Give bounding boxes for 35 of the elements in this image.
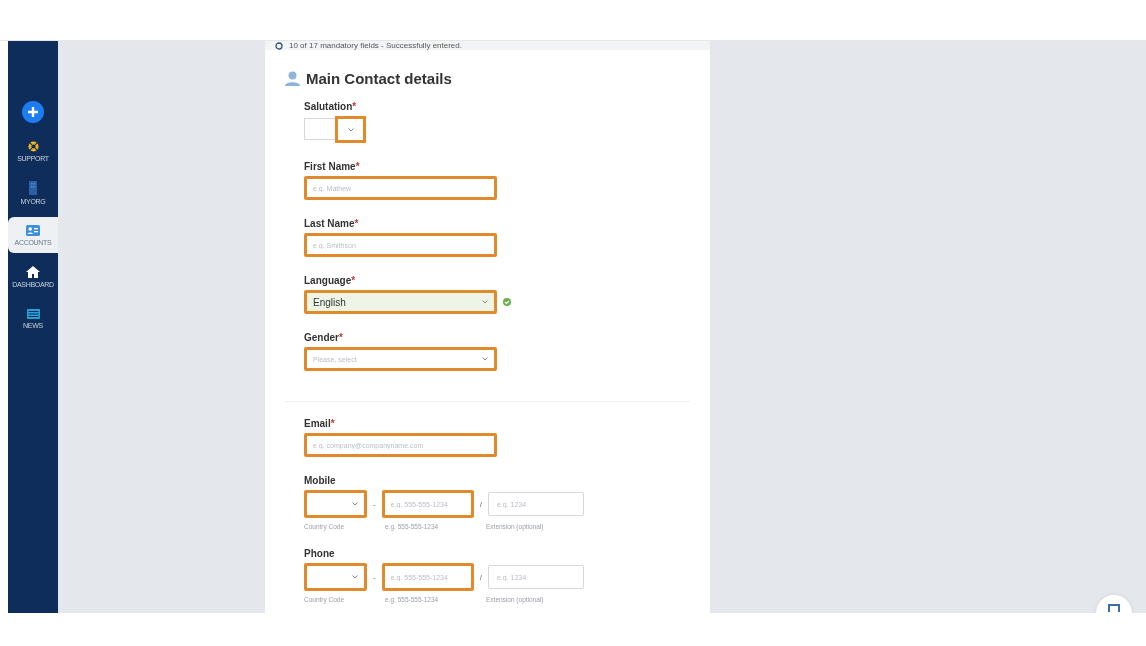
contact-card-icon	[26, 224, 40, 236]
field-label: First Name*	[304, 161, 361, 172]
plus-icon	[28, 107, 38, 117]
chevron-down-icon	[352, 502, 358, 506]
field-label: Phone	[304, 548, 336, 559]
field-label: Email*	[304, 418, 336, 429]
circle-icon	[275, 41, 283, 50]
check-circle-icon	[503, 298, 511, 306]
home-icon	[26, 266, 40, 278]
select-field[interactable]: English	[304, 290, 497, 314]
country-code-select[interactable]	[304, 490, 367, 518]
chevron-down-icon	[482, 357, 488, 361]
salutation-field[interactable]	[304, 118, 335, 140]
field-label: Last Name*	[304, 218, 360, 229]
building-icon	[29, 181, 37, 195]
field-label: Language*	[304, 275, 357, 286]
chat-icon	[1108, 604, 1120, 612]
separator: /	[479, 572, 482, 582]
field-label: Gender*	[304, 332, 344, 343]
chevron-down-icon	[482, 300, 488, 304]
dropdown-button[interactable]	[335, 116, 366, 143]
newspaper-icon	[26, 309, 40, 319]
section-title: Main Contact details	[306, 70, 452, 87]
separator: /	[479, 499, 482, 509]
person-icon	[285, 71, 300, 86]
field-label: Salutation*	[304, 101, 358, 112]
field-label: Mobile	[304, 475, 337, 486]
status-text: 10 of 17 mandatory fields - Successfully entered.	[289, 41, 462, 50]
lifebuoy-icon	[27, 140, 39, 152]
country-code-select[interactable]	[304, 563, 367, 591]
separator: -	[373, 572, 376, 582]
add-button[interactable]	[22, 101, 44, 123]
chevron-down-icon	[352, 575, 358, 579]
chevron-down-icon	[347, 127, 354, 132]
separator: -	[373, 499, 376, 509]
